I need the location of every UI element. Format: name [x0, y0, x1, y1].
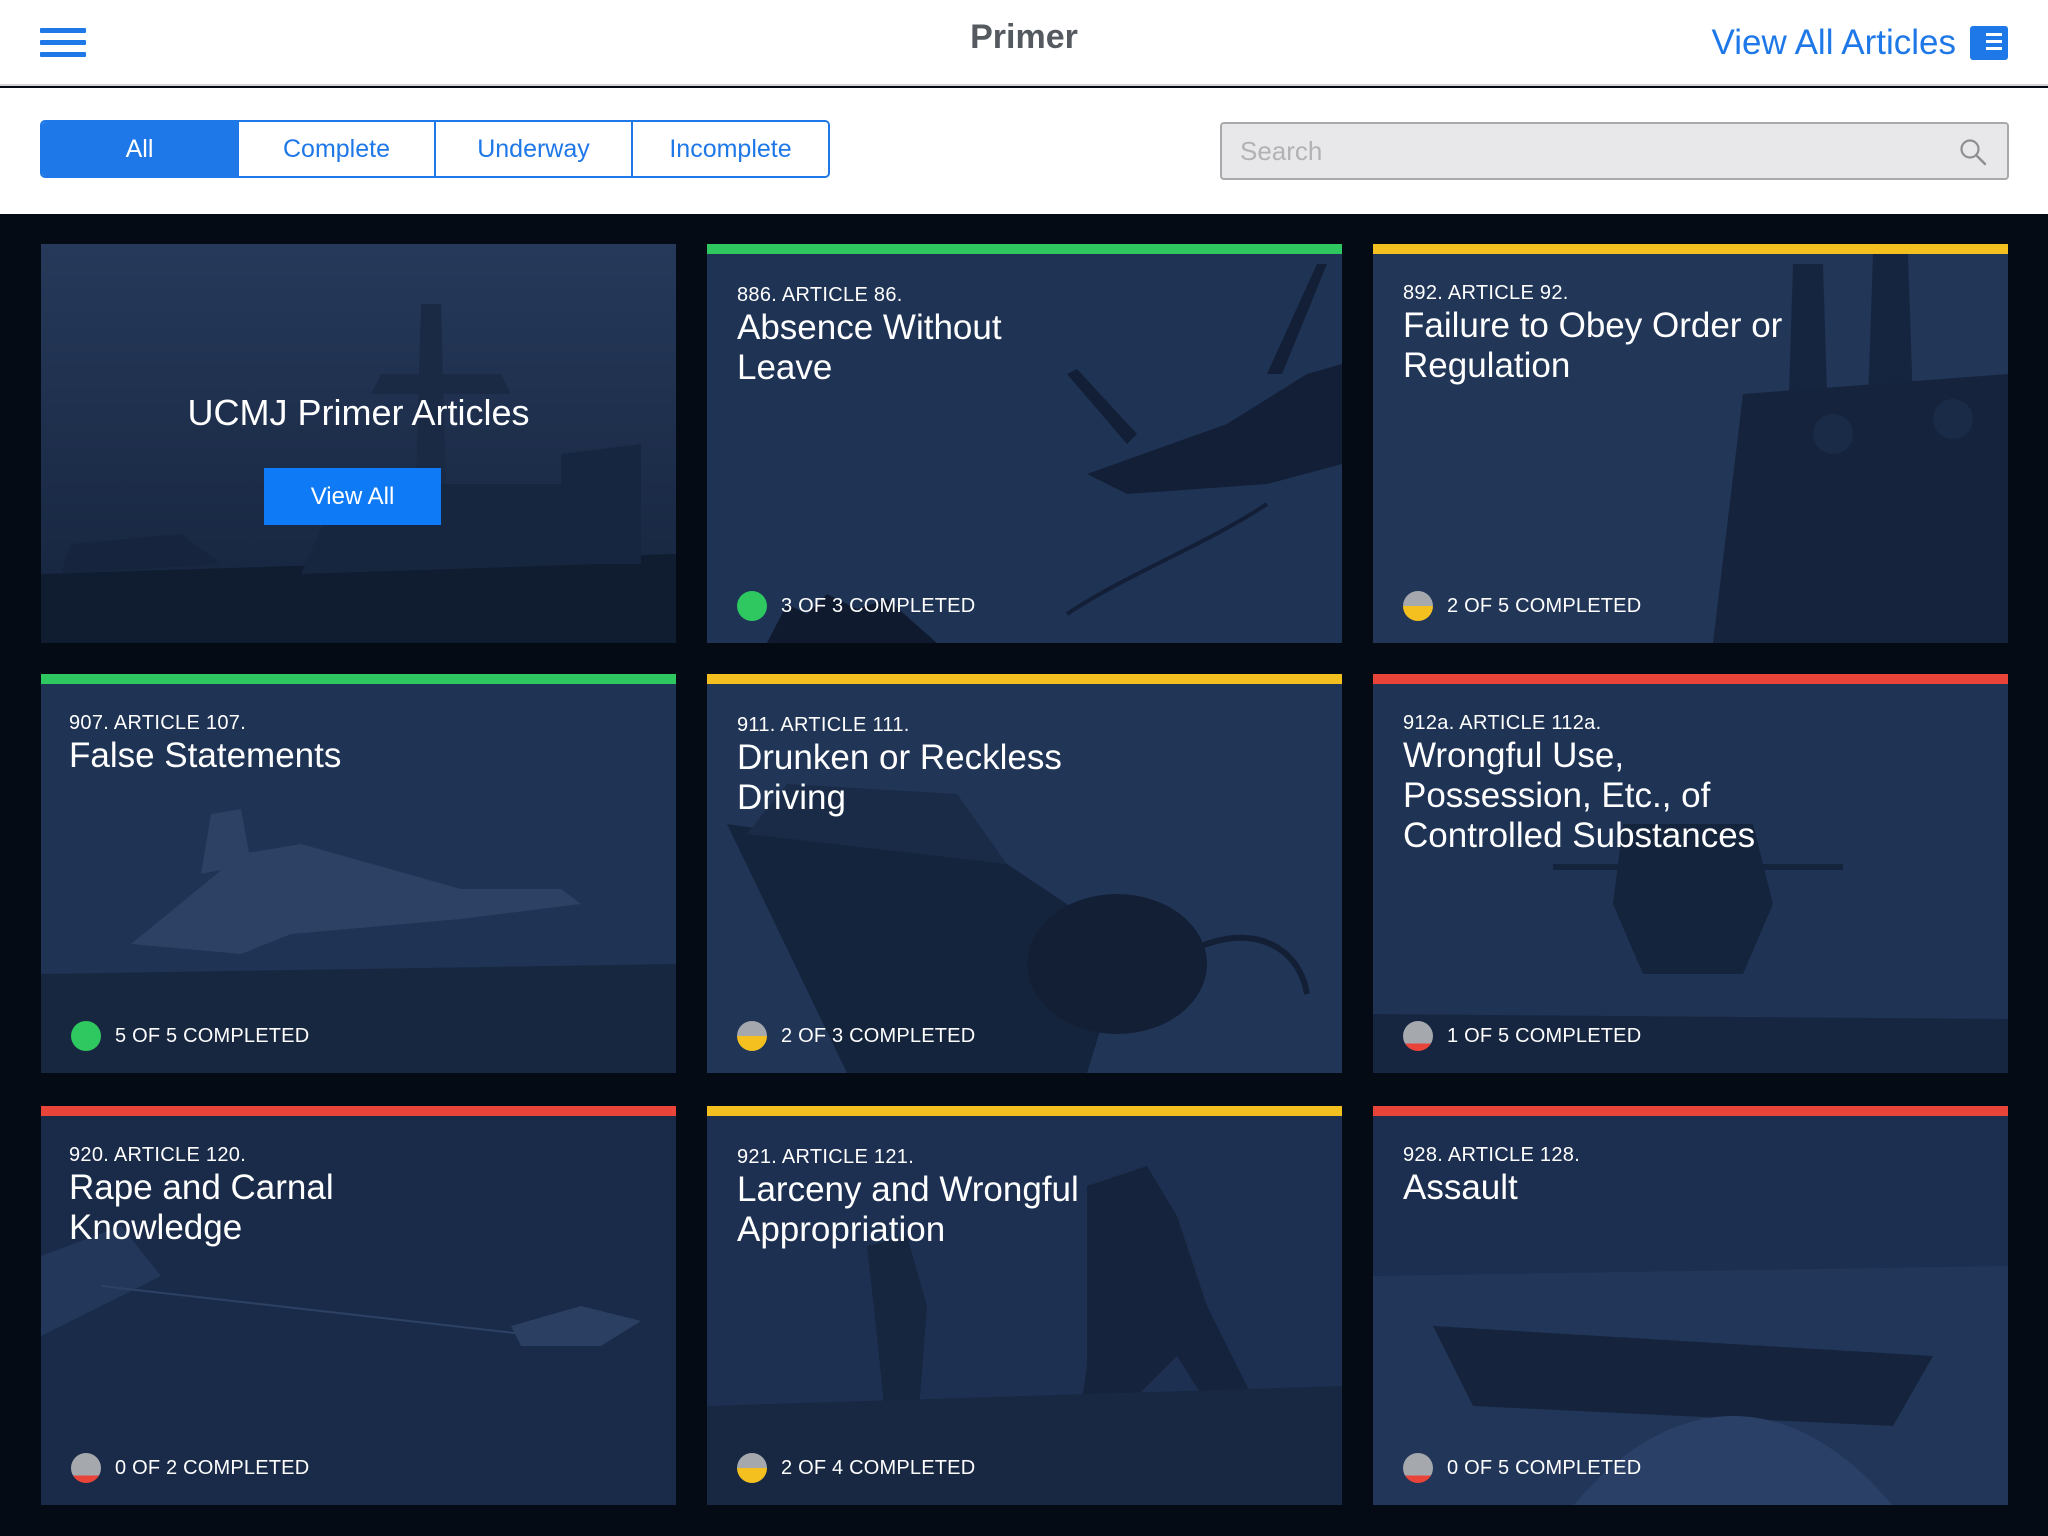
- ucmj-primer-hero-card: UCMJ Primer Articles View All: [41, 244, 676, 643]
- view-all-button[interactable]: View All: [264, 468, 441, 525]
- completion-status: 0 OF 5 COMPLETED: [1403, 1453, 1641, 1483]
- completion-count: 1 OF 5 COMPLETED: [1447, 1024, 1642, 1047]
- article-title: Absence Without Leave: [737, 308, 1002, 387]
- completion-count: 3 OF 3 COMPLETED: [781, 594, 976, 617]
- article-card[interactable]: 886. ARTICLE 86. Absence Without Leave 3…: [707, 244, 1342, 643]
- completion-count: 0 OF 2 COMPLETED: [115, 1456, 310, 1479]
- article-card[interactable]: 907. ARTICLE 107. False Statements 5 OF …: [41, 674, 676, 1073]
- aircraft-carrier-background-image: [41, 244, 676, 643]
- search-box: [1220, 122, 2009, 180]
- completion-status: 3 OF 3 COMPLETED: [737, 591, 975, 621]
- completion-status: 2 OF 5 COMPLETED: [1403, 591, 1641, 621]
- completion-count: 2 OF 4 COMPLETED: [781, 1456, 976, 1479]
- hamburger-menu-icon[interactable]: [40, 28, 86, 58]
- search-icon[interactable]: [1959, 138, 1987, 166]
- status-filter-segmented-control: All Complete Underway Incomplete: [40, 120, 830, 178]
- completion-status: 1 OF 5 COMPLETED: [1403, 1021, 1641, 1051]
- completion-count: 0 OF 5 COMPLETED: [1447, 1456, 1642, 1479]
- hero-title: UCMJ Primer Articles: [187, 392, 530, 433]
- reader-icon: [1970, 26, 2008, 60]
- filter-tab-incomplete[interactable]: Incomplete: [633, 122, 828, 176]
- article-number: 928. ARTICLE 128.: [1403, 1144, 1581, 1166]
- status-color-bar: [1373, 1106, 2008, 1116]
- filter-tab-complete[interactable]: Complete: [239, 122, 436, 176]
- completion-count: 5 OF 5 COMPLETED: [115, 1024, 310, 1047]
- status-color-bar: [1373, 244, 2008, 254]
- article-number: 907. ARTICLE 107.: [69, 712, 247, 734]
- search-input[interactable]: [1222, 124, 2007, 178]
- completion-count: 2 OF 3 COMPLETED: [781, 1024, 976, 1047]
- article-title: Larceny and Wrongful Appropriation: [737, 1170, 1079, 1249]
- status-underway-icon: [737, 1453, 767, 1483]
- article-card[interactable]: 911. ARTICLE 111. Drunken or Reckless Dr…: [707, 674, 1342, 1073]
- article-title: Drunken or Reckless Driving: [737, 738, 1062, 817]
- article-number: 911. ARTICLE 111.: [737, 714, 910, 736]
- filter-bar: All Complete Underway Incomplete: [0, 88, 2048, 214]
- completion-count: 2 OF 5 COMPLETED: [1447, 594, 1642, 617]
- status-color-bar: [707, 674, 1342, 684]
- status-incomplete-icon: [71, 1453, 101, 1483]
- status-underway-icon: [737, 1021, 767, 1051]
- status-color-bar: [1373, 674, 2008, 684]
- completion-status: 2 OF 3 COMPLETED: [737, 1021, 975, 1051]
- article-number: 886. ARTICLE 86.: [737, 284, 903, 306]
- article-number: 892. ARTICLE 92.: [1403, 282, 1569, 304]
- article-title: False Statements: [69, 736, 342, 775]
- article-title: Wrongful Use, Possession, Etc., of Contr…: [1403, 736, 1756, 855]
- status-underway-icon: [1403, 591, 1433, 621]
- article-card[interactable]: 921. ARTICLE 121. Larceny and Wrongful A…: [707, 1106, 1342, 1505]
- article-card[interactable]: 912a. ARTICLE 112a. Wrongful Use, Posses…: [1373, 674, 2008, 1073]
- status-complete-icon: [737, 591, 767, 621]
- status-complete-icon: [71, 1021, 101, 1051]
- status-color-bar: [707, 244, 1342, 254]
- article-number: 920. ARTICLE 120.: [69, 1144, 247, 1166]
- completion-status: 2 OF 4 COMPLETED: [737, 1453, 975, 1483]
- article-card[interactable]: 928. ARTICLE 128. Assault 0 OF 5 COMPLET…: [1373, 1106, 2008, 1505]
- completion-status: 5 OF 5 COMPLETED: [71, 1021, 309, 1051]
- top-navigation-bar: Primer View All Articles: [0, 0, 2048, 86]
- view-all-articles-label: View All Articles: [1711, 23, 1956, 62]
- articles-grid: UCMJ Primer Articles View All 886. ARTIC…: [0, 214, 2048, 1536]
- article-number: 921. ARTICLE 121.: [737, 1146, 915, 1168]
- status-incomplete-icon: [1403, 1021, 1433, 1051]
- article-card[interactable]: 920. ARTICLE 120. Rape and Carnal Knowle…: [41, 1106, 676, 1505]
- status-color-bar: [41, 1106, 676, 1116]
- completion-status: 0 OF 2 COMPLETED: [71, 1453, 309, 1483]
- article-card[interactable]: 892. ARTICLE 92. Failure to Obey Order o…: [1373, 244, 2008, 643]
- status-color-bar: [707, 1106, 1342, 1116]
- article-title: Failure to Obey Order or Regulation: [1403, 306, 1783, 385]
- article-title: Rape and Carnal Knowledge: [69, 1168, 334, 1247]
- view-all-articles-button[interactable]: View All Articles: [1712, 20, 2008, 66]
- filter-tab-all[interactable]: All: [42, 122, 239, 176]
- status-color-bar: [41, 674, 676, 684]
- article-title: Assault: [1403, 1168, 1518, 1207]
- article-number: 912a. ARTICLE 112a.: [1403, 712, 1602, 734]
- status-incomplete-icon: [1403, 1453, 1433, 1483]
- filter-tab-underway[interactable]: Underway: [436, 122, 633, 176]
